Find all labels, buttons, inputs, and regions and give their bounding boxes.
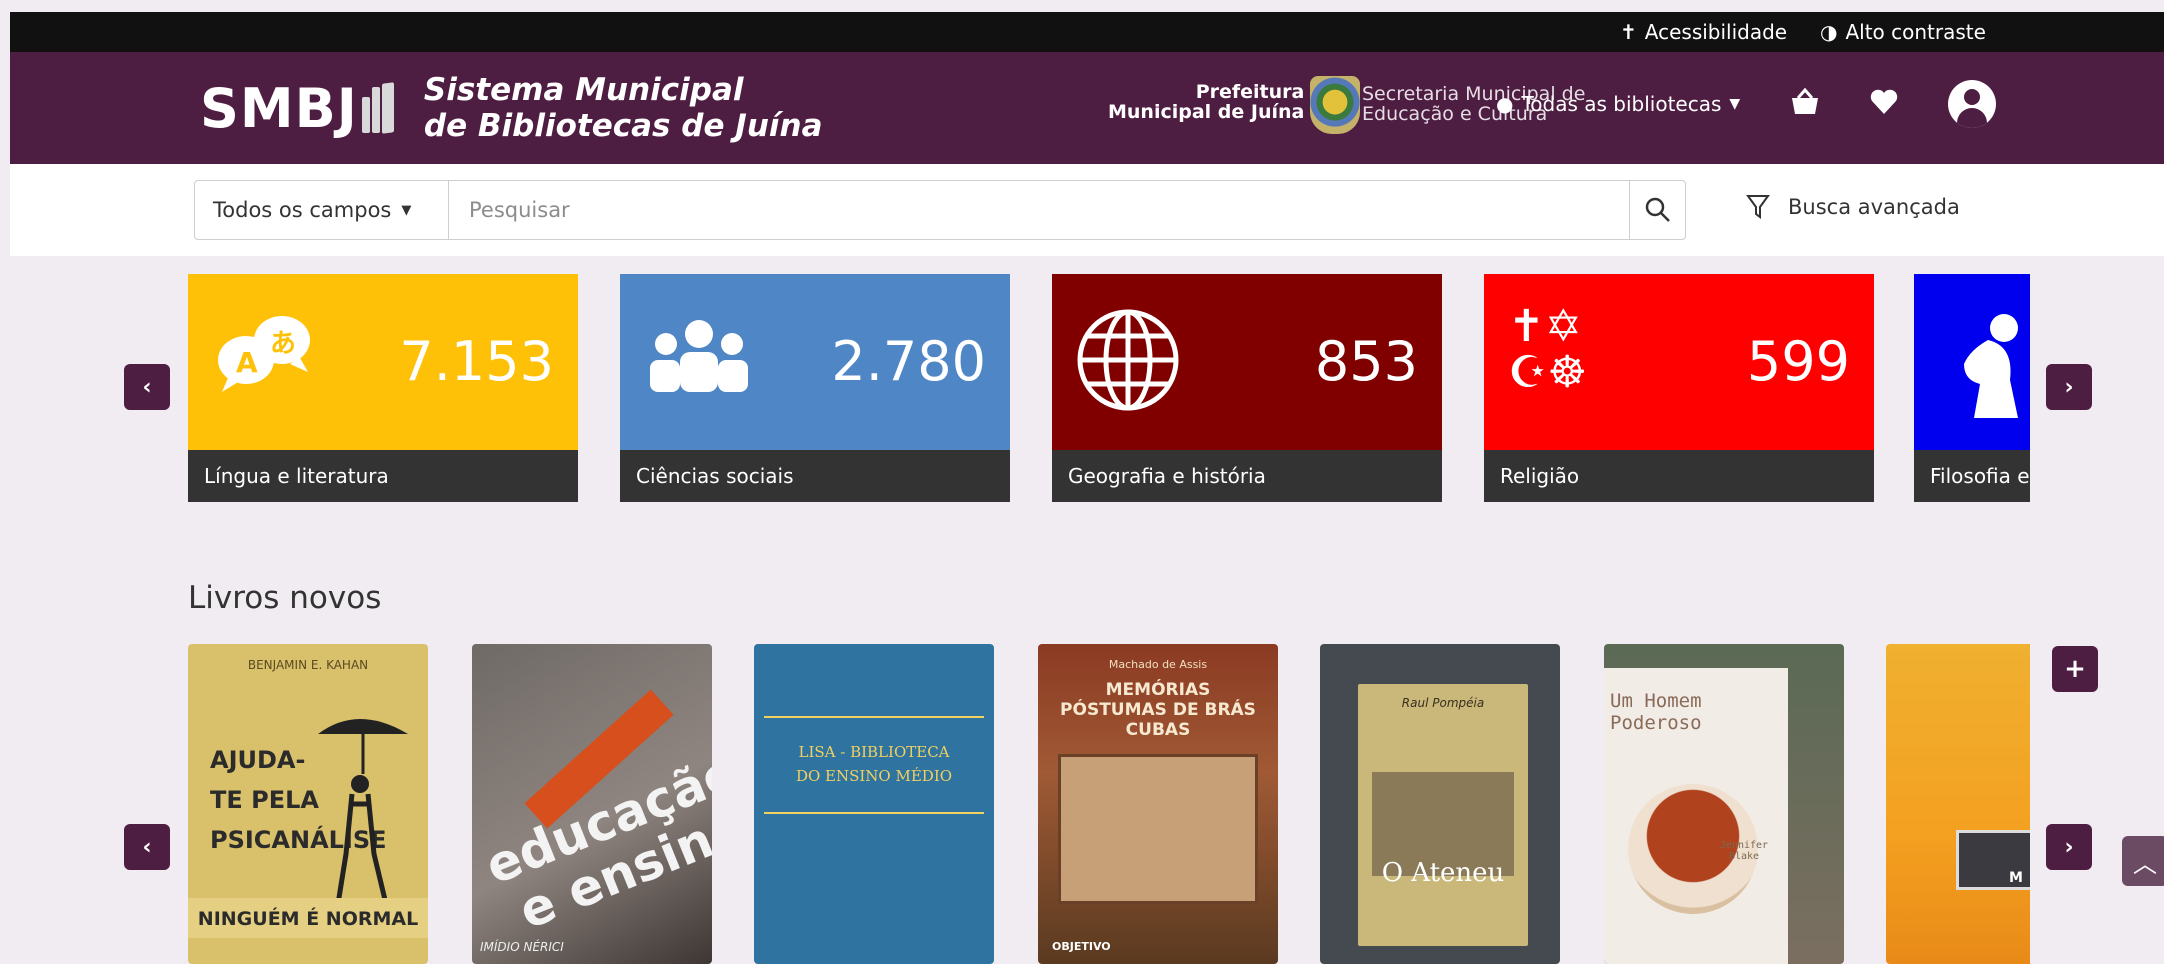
category-count: 853	[1314, 330, 1418, 393]
user-account-icon[interactable]	[1948, 80, 1996, 128]
category-count: 599	[1746, 330, 1850, 393]
advanced-search-link[interactable]: Busca avançada	[1746, 194, 1960, 220]
search-field-selector[interactable]: Todos os campos ▼	[195, 181, 449, 239]
new-books-title: Livros novos	[188, 580, 382, 616]
filter-icon	[1746, 195, 1770, 219]
book-cover[interactable]: educação e ensino IMÍDIO NÉRICI	[472, 644, 712, 964]
category-label: Língua e literatura	[188, 450, 578, 502]
room-painting-illustration	[1058, 754, 1258, 904]
accessibility-icon: ✝	[1620, 20, 1637, 44]
favorites-heart-icon[interactable]	[1870, 88, 1898, 123]
library-selector[interactable]: ● Todas as bibliotecas ▼	[1496, 92, 1740, 116]
search-box: Todos os campos ▼	[194, 180, 1686, 240]
svg-text:A: A	[236, 346, 258, 379]
chevron-up-icon: ︿	[2133, 849, 2157, 878]
thinker-icon	[1944, 310, 2030, 424]
coat-of-arms-icon	[1310, 76, 1360, 134]
chevron-down-icon: ▼	[1729, 96, 1741, 112]
category-card-geography-history[interactable]: 853 Geografia e história	[1052, 274, 1442, 502]
books-next-button[interactable]: ›	[2046, 824, 2092, 870]
book-cover[interactable]: BENJAMIN E. KAHAN AJUDA-TE PELA PSICANÁL…	[188, 644, 428, 964]
chevron-right-icon: ›	[2064, 834, 2074, 860]
book-cover[interactable]: M	[1886, 644, 2030, 964]
high-contrast-link[interactable]: ◑ Alto contraste	[1820, 20, 1986, 44]
chevron-down-icon: ▼	[401, 202, 412, 218]
religion-icon: ✝✡ ☪☸	[1508, 301, 1587, 398]
book-cover[interactable]: Um Homem Poderoso Jennifer Blake	[1604, 644, 1844, 964]
new-books-carousel: BENJAMIN E. KAHAN AJUDA-TE PELA PSICANÁL…	[188, 644, 2030, 964]
accessibility-link[interactable]: ✝ Acessibilidade	[1620, 20, 1787, 44]
language-icon: A あ	[212, 310, 322, 404]
site-header: SMBJ Sistema Municipal de Bibliotecas de…	[10, 52, 2164, 164]
svg-text:あ: あ	[270, 329, 296, 359]
accessibility-bar: ✝ Acessibilidade ◑ Alto contraste	[10, 12, 2164, 52]
book-cover[interactable]: Raul Pompéia O Ateneu	[1320, 644, 1560, 964]
more-books-button[interactable]: +	[2052, 646, 2098, 692]
category-card-religion[interactable]: ✝✡ ☪☸ 599 Religião	[1484, 274, 1874, 502]
category-card-social-sciences[interactable]: 2.780 Ciências sociais	[620, 274, 1010, 502]
search-input[interactable]	[449, 181, 1629, 239]
site-title: Sistema Municipal de Bibliotecas de Juín…	[423, 72, 823, 144]
chevron-left-icon: ‹	[142, 374, 152, 400]
categories-next-button[interactable]: ›	[2046, 364, 2092, 410]
book-cover[interactable]: LISA - BIBLIOTECA DO ENSINO MÉDIO	[754, 644, 994, 964]
library-selector-label: Todas as bibliotecas	[1521, 92, 1722, 116]
site-logo[interactable]: SMBJ Sistema Municipal de Bibliotecas de…	[200, 72, 823, 144]
categories-carousel: A あ 7.153 Língua e literatura 2.780 Ciên…	[188, 274, 2030, 502]
category-label: Religião	[1484, 450, 1874, 502]
chevron-right-icon: ›	[2064, 374, 2074, 400]
search-button[interactable]	[1629, 181, 1685, 239]
book-cover[interactable]: Machado de Assis MEMÓRIAS PÓSTUMAS DE BR…	[1038, 644, 1278, 964]
category-count: 2.780	[831, 330, 986, 393]
category-label: Filosofia e	[1914, 450, 2030, 502]
category-card-philosophy[interactable]: Filosofia e	[1914, 274, 2030, 502]
contrast-icon: ◑	[1820, 20, 1838, 44]
search-bar: Todos os campos ▼ Busca avançada	[10, 164, 2164, 256]
logo-book-icon	[361, 82, 396, 134]
map-pin-icon: ●	[1496, 92, 1514, 116]
plus-icon: +	[2064, 654, 2086, 684]
advanced-search-label: Busca avançada	[1788, 195, 1960, 219]
logo-text: SMBJ	[200, 76, 358, 140]
category-label: Ciências sociais	[620, 450, 1010, 502]
category-label: Geografia e história	[1052, 450, 1442, 502]
people-icon	[644, 310, 754, 404]
category-count: 7.153	[399, 330, 554, 393]
search-icon	[1645, 197, 1670, 222]
category-card-language[interactable]: A あ 7.153 Língua e literatura	[188, 274, 578, 502]
umbrella-man-illustration	[318, 719, 408, 905]
prefeitura-label: Prefeitura Municipal de Juína	[1108, 81, 1305, 123]
high-contrast-label: Alto contraste	[1845, 20, 1986, 44]
globe-icon	[1076, 308, 1180, 416]
books-prev-button[interactable]: ‹	[124, 824, 170, 870]
accessibility-label: Acessibilidade	[1644, 20, 1788, 44]
categories-prev-button[interactable]: ‹	[124, 364, 170, 410]
search-field-selector-label: Todos os campos	[213, 198, 392, 222]
chevron-left-icon: ‹	[142, 834, 152, 860]
back-to-top-button[interactable]: ︿	[2122, 836, 2164, 886]
basket-icon[interactable]	[1790, 87, 1820, 124]
